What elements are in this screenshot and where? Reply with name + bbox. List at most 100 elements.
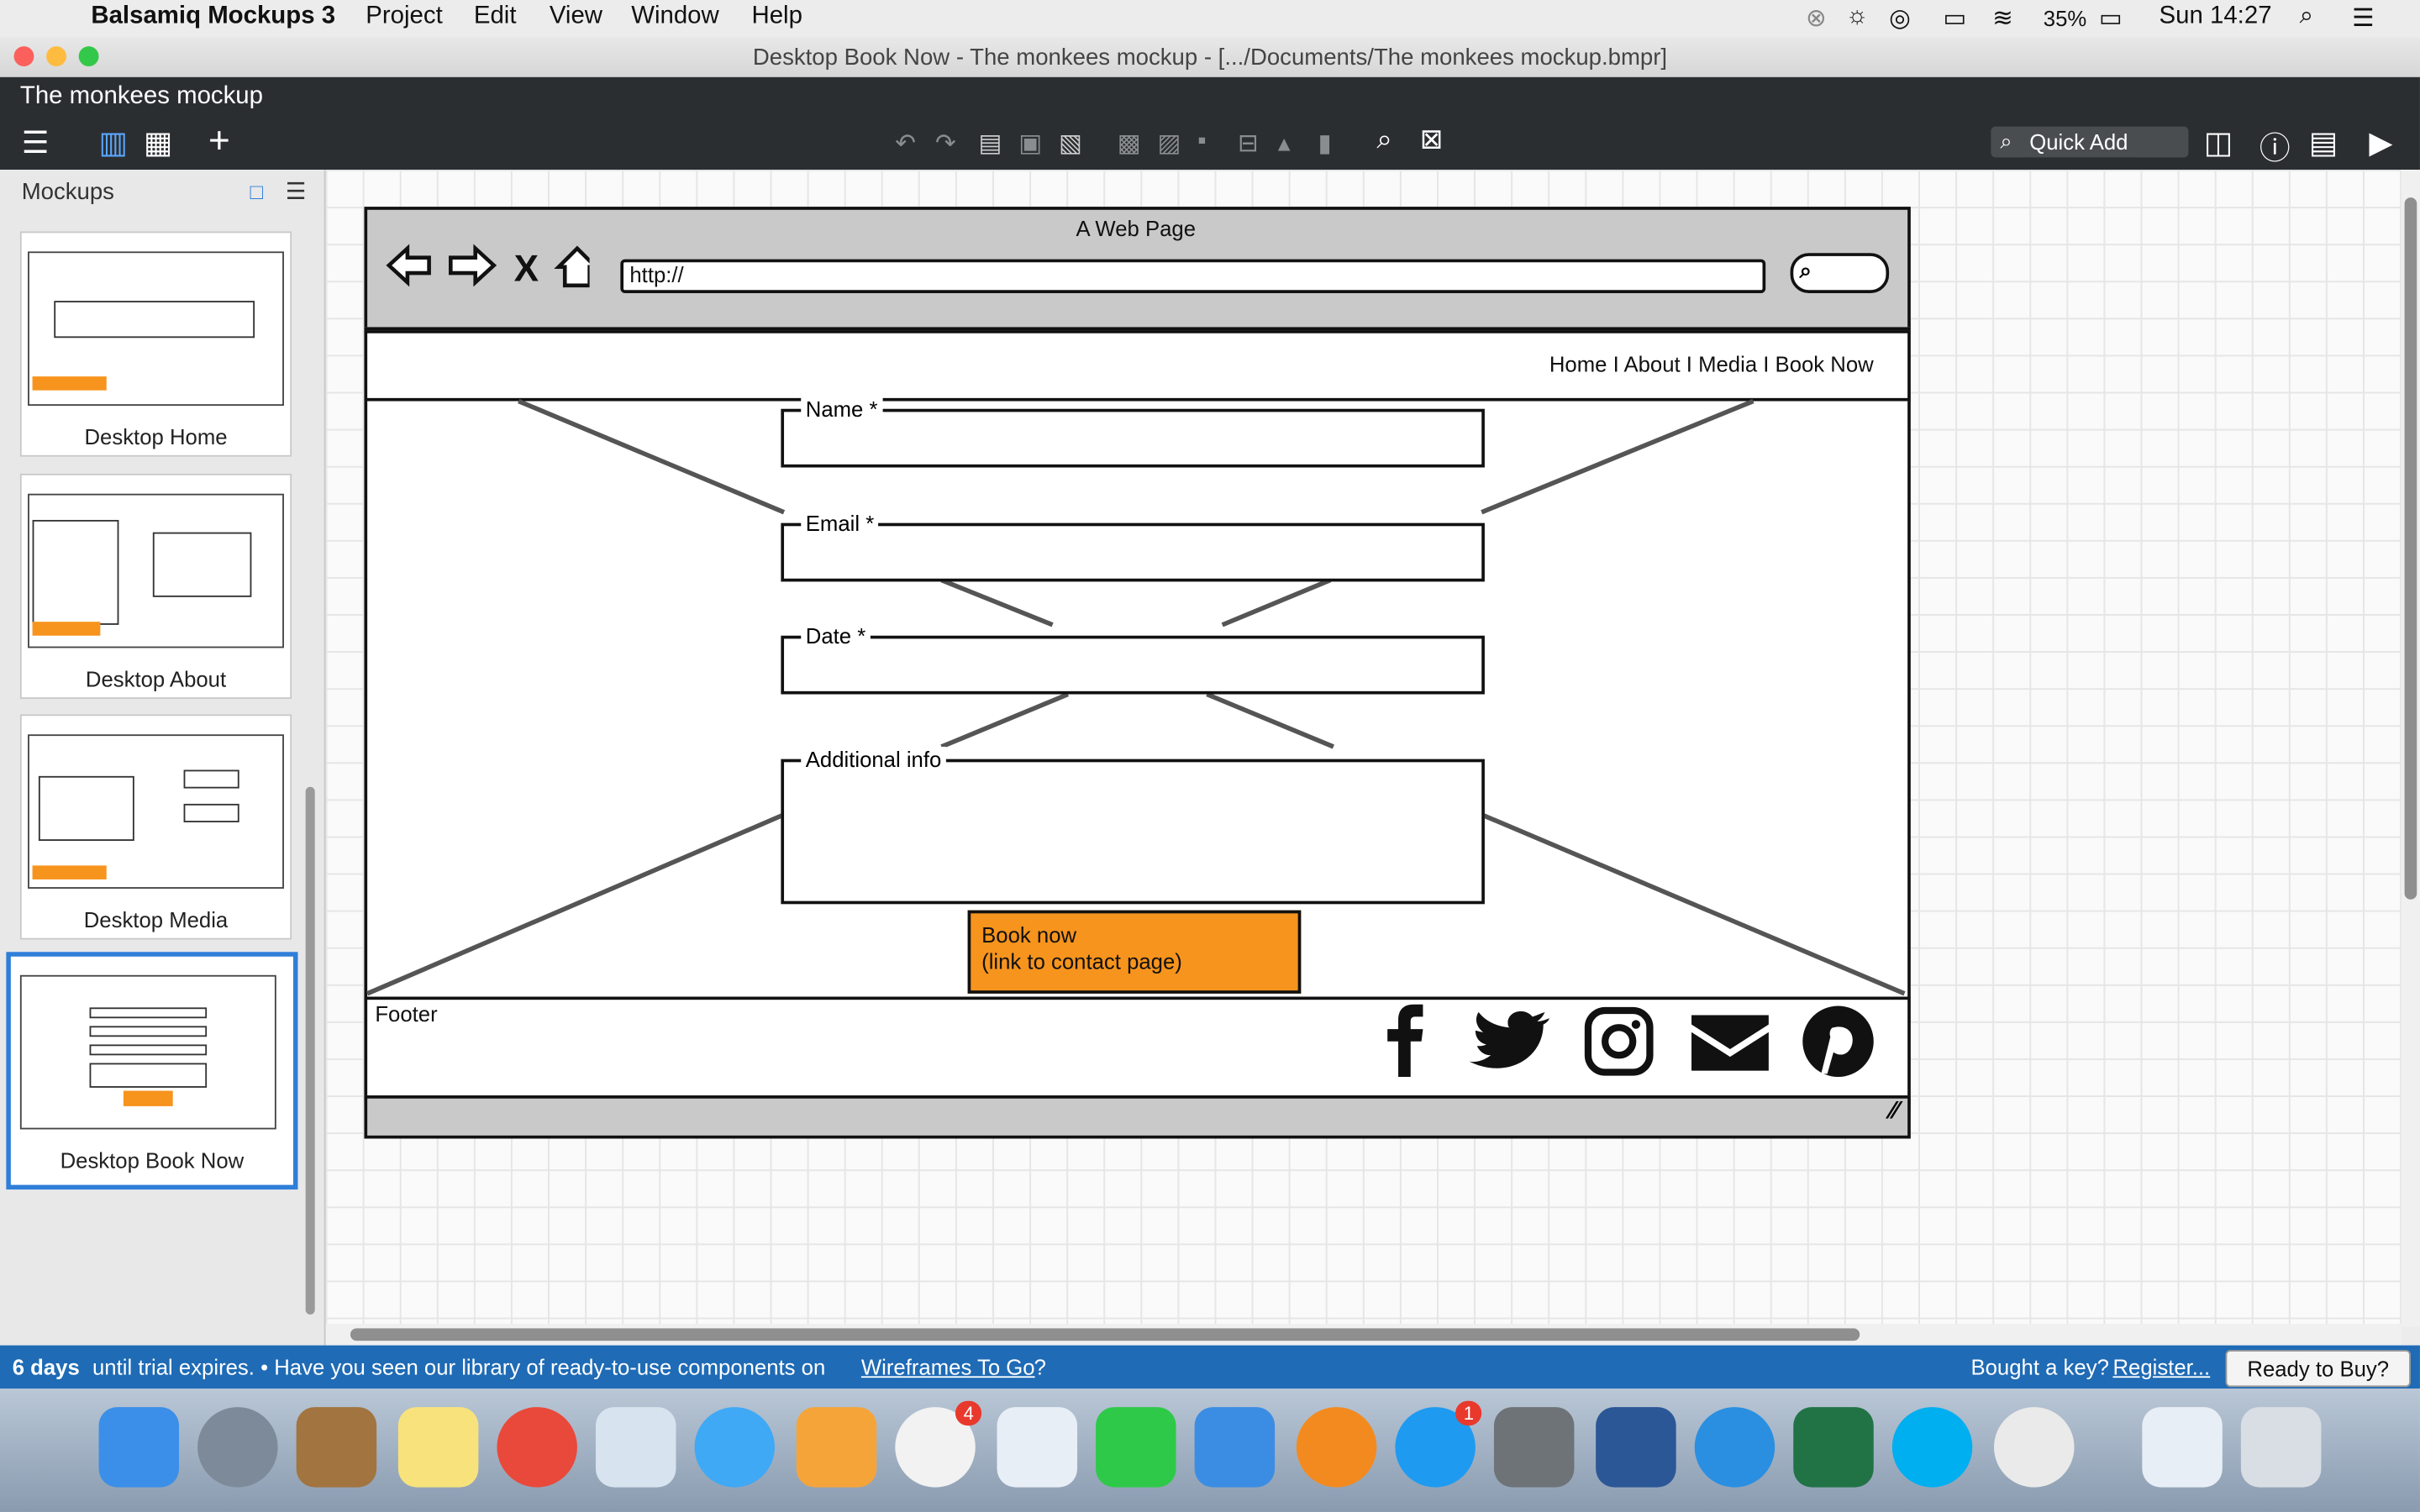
notification-center-icon[interactable]: ☰ [2352, 3, 2374, 34]
keynote-icon[interactable] [1194, 1407, 1276, 1488]
additional-info-label: Additional info [801, 746, 946, 772]
canvas-vertical-scrollbar[interactable] [2401, 170, 2420, 1327]
menu-window[interactable]: Window [631, 3, 719, 31]
browser-window-mockup[interactable]: A Web Page X http:// ⌕ Home I About I Me… [364, 207, 1911, 1139]
skype-icon[interactable] [1891, 1407, 1973, 1488]
delete-icon[interactable]: ▮ [1318, 128, 1332, 159]
image-placeholder-lines [366, 398, 1906, 996]
mockup-label: Desktop Media [83, 906, 229, 932]
hamburger-menu-icon[interactable]: ☰ [22, 123, 50, 162]
mockup-thumb-desktop-home[interactable]: Desktop Home [19, 231, 292, 457]
sidebar-scrollbar[interactable] [305, 786, 315, 1315]
word-icon[interactable] [1596, 1407, 1676, 1488]
balsamiq-icon[interactable] [1994, 1407, 2075, 1488]
app-store-icon[interactable]: 1 [1395, 1400, 1482, 1488]
trial-message: until trial expires. • Have you seen our… [86, 1354, 832, 1380]
safari-icon[interactable] [1694, 1407, 1776, 1488]
canvas-horizontal-scrollbar[interactable] [325, 1323, 2402, 1346]
nav-links[interactable]: Home I About I Media I Book Now [1549, 352, 1874, 376]
thumbnail-image [19, 974, 276, 1130]
register-link[interactable]: Register... [2112, 1355, 2210, 1379]
instagram-icon[interactable] [1586, 1003, 1655, 1080]
info-icon[interactable]: ⓘ [2260, 123, 2291, 168]
forward-arrow-icon[interactable] [449, 244, 495, 286]
menu-project[interactable]: Project [366, 3, 442, 31]
mockup-thumb-desktop-book-now[interactable]: Desktop Book Now [6, 952, 298, 1190]
single-view-icon[interactable]: ▥ [99, 123, 129, 162]
airplay-icon[interactable]: ▭ [1943, 3, 1966, 34]
date-field[interactable] [781, 635, 1485, 695]
menu-view[interactable]: View [550, 3, 602, 31]
presentation-icon[interactable]: ▶ [2369, 123, 2392, 162]
status-icon[interactable]: ⊗ [1806, 3, 1827, 34]
chrome-icon[interactable] [497, 1407, 577, 1488]
list-view-icon[interactable]: ☰ [286, 177, 307, 205]
email-field[interactable] [781, 522, 1485, 582]
ungroup-icon[interactable]: ▨ [1158, 128, 1181, 159]
cloud-icon[interactable]: ◎ [1889, 3, 1911, 34]
copy-icon[interactable]: ▤ [978, 128, 1002, 159]
pages-icon[interactable] [796, 1407, 877, 1488]
ready-to-buy-button[interactable]: Ready to Buy? [2225, 1350, 2411, 1388]
quick-add-label: Quick Add [2029, 129, 2128, 155]
notes-app-icon[interactable] [397, 1407, 479, 1488]
numbers-icon[interactable] [997, 1407, 1078, 1488]
system-preferences-icon[interactable] [1493, 1407, 1575, 1488]
mockup-thumb-desktop-media[interactable]: Desktop Media [19, 714, 292, 940]
facebook-icon[interactable] [1386, 1003, 1432, 1080]
redo-icon[interactable]: ↷ [935, 128, 956, 159]
finder-icon[interactable] [98, 1407, 180, 1488]
duplicate-icon[interactable]: ▣ [1018, 128, 1042, 159]
browser-search-icon: ⌕ [1799, 257, 1812, 283]
mockups-sidebar: Mockups □ ☰ Desktop Home Desktop About D… [0, 170, 326, 1346]
back-arrow-icon[interactable] [386, 244, 432, 286]
lock-icon[interactable]: ▴ [1278, 128, 1291, 159]
browser-search-field[interactable]: ⌕ [1790, 253, 1890, 293]
clear-icon[interactable]: ⊠ [1420, 123, 1444, 156]
search-icon[interactable]: ⌕ [1376, 123, 1392, 156]
project-info-icon[interactable]: ◫ [2204, 123, 2233, 162]
align-icon[interactable]: ⊟ [1238, 128, 1259, 159]
arrange-icon[interactable]: ▪ [1197, 128, 1206, 155]
documents-folder-icon[interactable] [2142, 1407, 2223, 1488]
photos-icon[interactable]: 4 [895, 1400, 982, 1488]
group-icon[interactable]: ▩ [1118, 128, 1141, 159]
battery-icon[interactable]: ▭ [2099, 3, 2123, 34]
contacts-icon[interactable] [296, 1407, 377, 1488]
mail-icon[interactable] [1691, 1003, 1769, 1080]
home-icon[interactable] [557, 244, 600, 290]
thumbnail-view-icon[interactable]: □ [250, 179, 264, 203]
bought-key-text: Bought a key? [1970, 1354, 2116, 1380]
stop-icon[interactable] [511, 244, 544, 286]
wifi-icon[interactable]: ≋ [1992, 3, 2013, 34]
facetime-icon[interactable] [1096, 1407, 1176, 1488]
launchpad-icon[interactable] [197, 1407, 278, 1488]
wireframes-to-go-link[interactable]: Wireframes To Go [861, 1355, 1035, 1379]
url-bar[interactable] [620, 259, 1766, 293]
spotlight-icon[interactable]: ⌕ [2300, 3, 2313, 31]
paste-icon[interactable]: ▧ [1059, 128, 1082, 159]
undo-icon[interactable]: ↶ [895, 128, 916, 159]
clock[interactable]: Sun 14:27 [2160, 3, 2272, 31]
trash-icon[interactable] [2240, 1407, 2322, 1488]
app-menu[interactable]: Balsamiq Mockups 3 [91, 3, 335, 31]
ibooks-icon[interactable] [1296, 1407, 1377, 1488]
name-field[interactable] [781, 408, 1485, 468]
add-icon[interactable]: + [208, 120, 230, 163]
quick-add-field[interactable]: ⌕ Quick Add [1991, 126, 2189, 158]
mockup-thumb-desktop-about[interactable]: Desktop About [19, 473, 292, 700]
grid-view-icon[interactable]: ▦ [144, 123, 173, 162]
messages-icon[interactable] [694, 1407, 776, 1488]
menu-edit[interactable]: Edit [474, 3, 517, 31]
menu-help[interactable]: Help [751, 3, 802, 31]
book-now-button[interactable]: Book now (link to contact page) [967, 910, 1302, 994]
notes-icon[interactable]: ▤ [2309, 123, 2338, 162]
resize-grip-icon[interactable]: ⁄⁄ [1890, 1099, 1898, 1126]
pinterest-icon[interactable] [1802, 1003, 1876, 1080]
preview-icon[interactable] [595, 1407, 676, 1488]
additional-info-field[interactable] [781, 759, 1485, 905]
app-toolbar: The monkees mockup ☰ ▥ ▦ + ↶ ↷ ▤ ▣ ▧ ▩ ▨… [0, 76, 2420, 171]
twitter-icon[interactable] [1470, 1003, 1550, 1080]
excel-icon[interactable] [1793, 1407, 1874, 1488]
sync-icon[interactable]: ☼ [1846, 3, 1869, 31]
